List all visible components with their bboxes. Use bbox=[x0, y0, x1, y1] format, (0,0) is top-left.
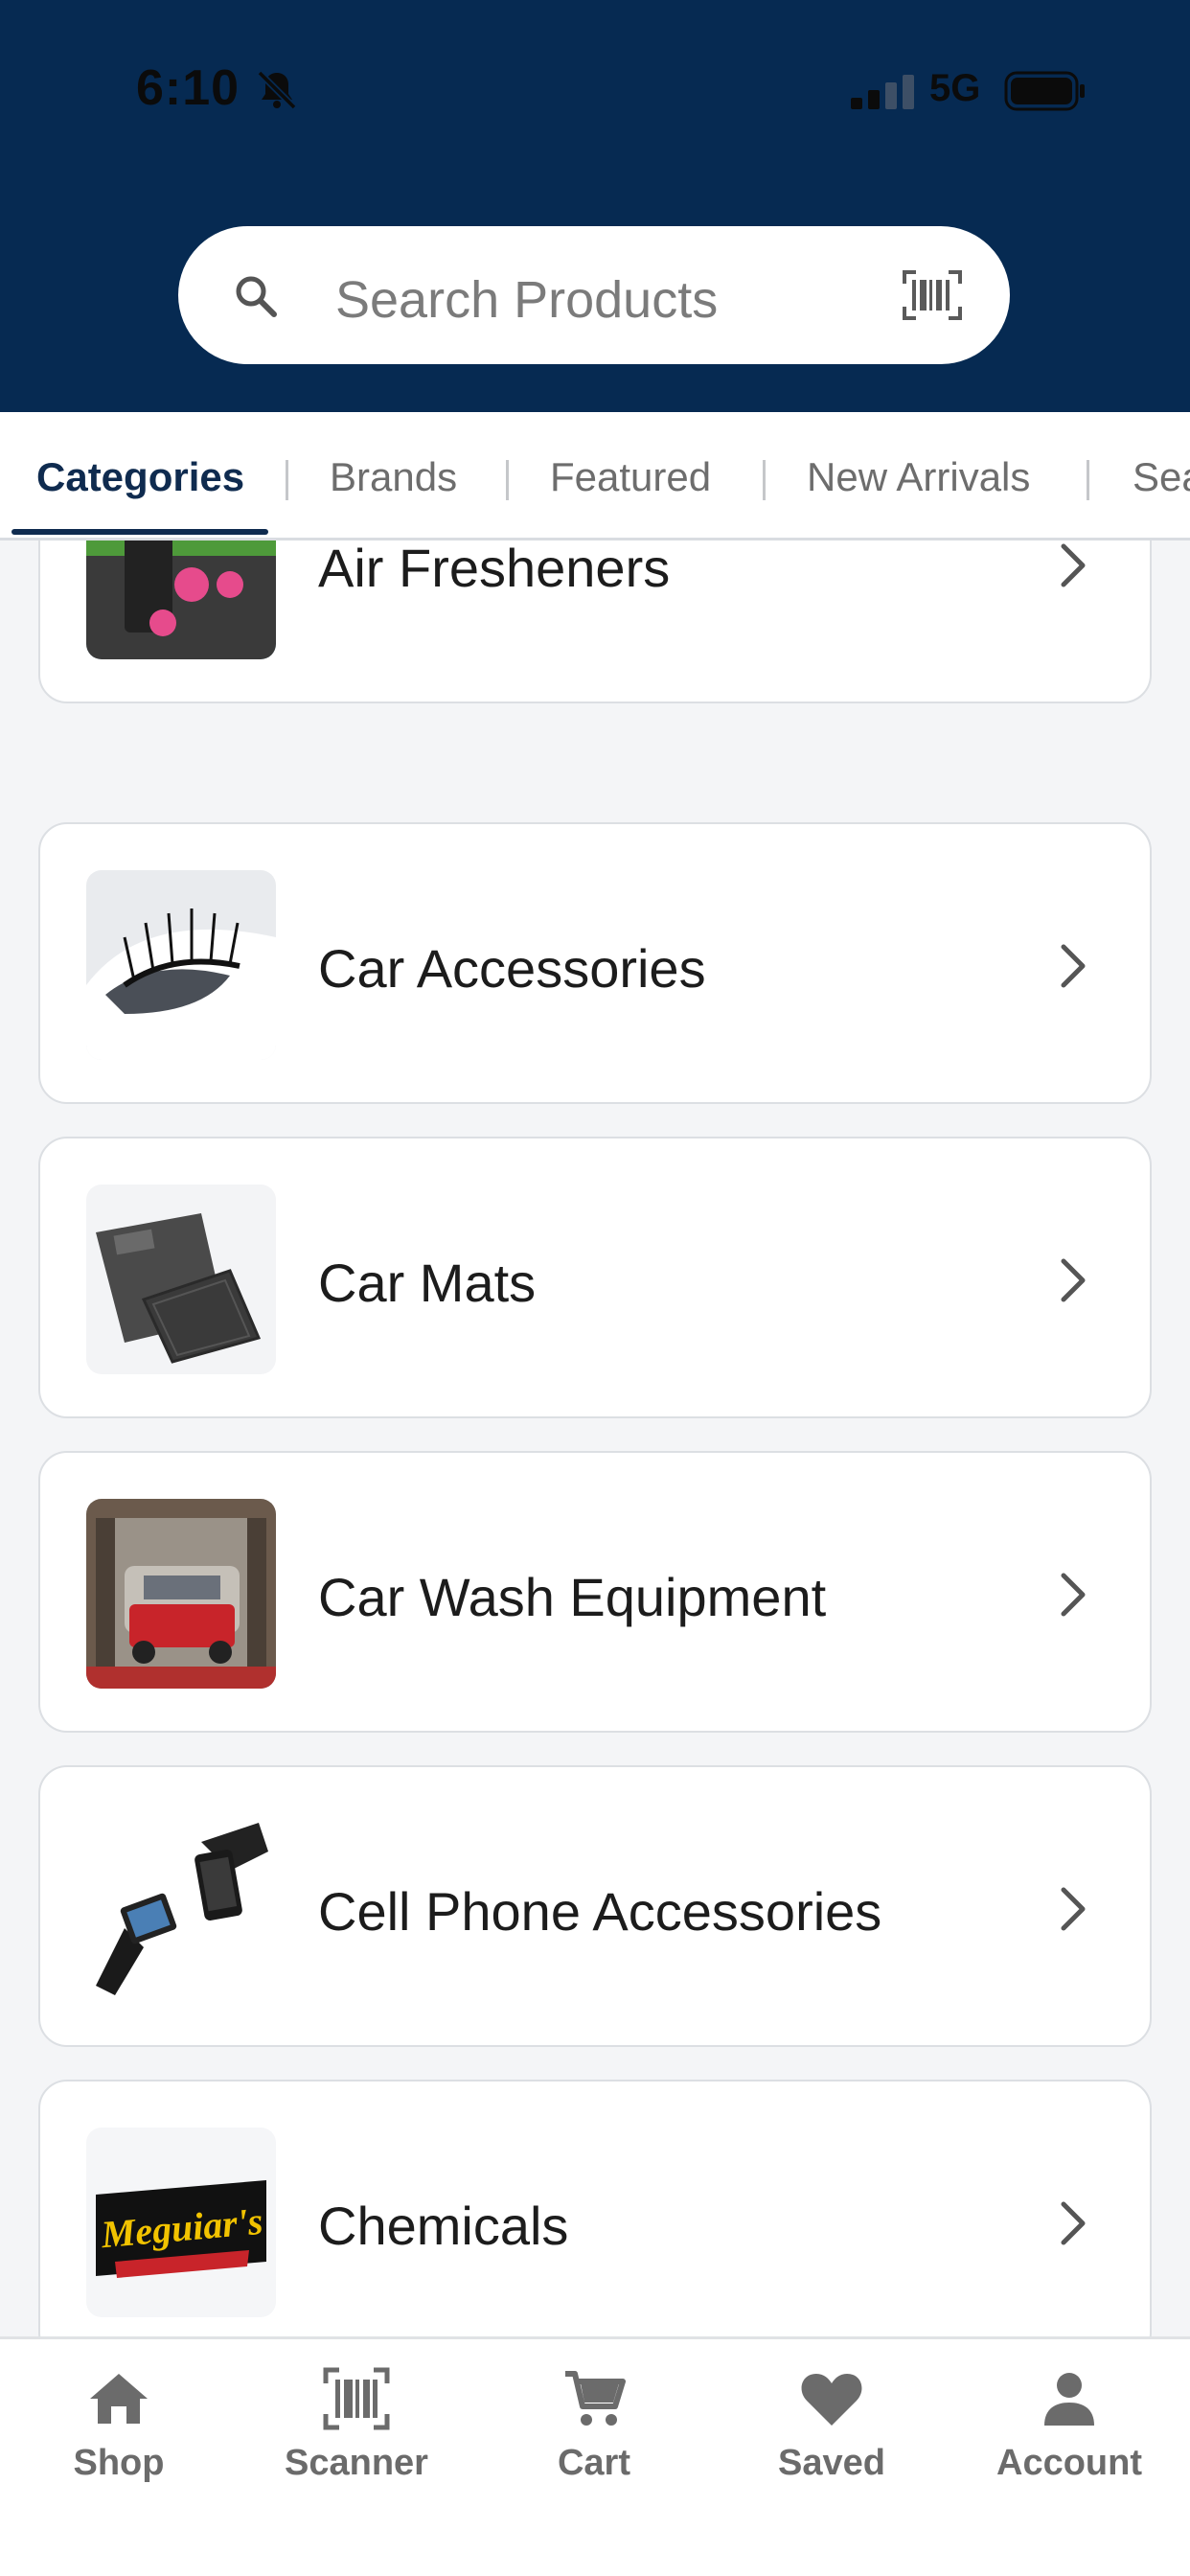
category-item-car-accessories[interactable]: Car Accessories bbox=[38, 822, 1152, 1104]
car-eyelashes-thumbnail bbox=[86, 870, 276, 1060]
category-label: Cell Phone Accessories bbox=[318, 1881, 882, 1942]
chevron-right-icon bbox=[1061, 1887, 1086, 1931]
person-icon bbox=[1044, 2373, 1094, 2426]
nav-label: Shop bbox=[73, 2443, 165, 2483]
active-tab-indicator bbox=[11, 529, 268, 535]
app-header: 6:10 5G Search Products bbox=[0, 0, 1190, 412]
category-label: Chemicals bbox=[318, 2196, 569, 2256]
tab-divider bbox=[763, 460, 766, 500]
search-input[interactable]: Search Products bbox=[335, 270, 718, 330]
nav-label: Saved bbox=[778, 2443, 885, 2483]
signal-icon bbox=[851, 75, 914, 109]
search-bar[interactable]: Search Products bbox=[178, 226, 1010, 364]
chevron-right-icon bbox=[1061, 944, 1086, 988]
car-mats-thumbnail bbox=[86, 1184, 276, 1374]
category-label: Car Wash Equipment bbox=[318, 1567, 827, 1627]
tab-divider bbox=[286, 460, 288, 500]
category-tabs: Categories Brands Featured New Arrivals … bbox=[0, 412, 1190, 540]
phone-mount-thumbnail bbox=[86, 1813, 276, 2003]
tab-featured[interactable]: Featured bbox=[550, 454, 711, 500]
status-time: 6:10 bbox=[136, 60, 240, 116]
category-item-car-mats[interactable]: Car Mats bbox=[38, 1137, 1152, 1418]
nav-label: Cart bbox=[557, 2443, 631, 2483]
nav-shop[interactable]: Shop bbox=[13, 2364, 224, 2508]
nav-account[interactable]: Account bbox=[964, 2364, 1175, 2508]
category-item-car-wash-equipment[interactable]: Car Wash Equipment bbox=[38, 1451, 1152, 1733]
air-freshener-thumbnail bbox=[86, 540, 276, 659]
nav-label: Account bbox=[996, 2443, 1142, 2483]
category-item-chemicals[interactable]: Meguiar's Chemicals bbox=[38, 2080, 1152, 2336]
network-label: 5G bbox=[929, 67, 981, 109]
category-label: Car Mats bbox=[318, 1253, 537, 1313]
chevron-right-icon bbox=[1061, 543, 1086, 587]
nav-scanner[interactable]: Scanner bbox=[251, 2364, 462, 2508]
category-label: Car Accessories bbox=[318, 938, 706, 999]
heart-icon bbox=[801, 2374, 862, 2426]
bell-off-icon bbox=[257, 70, 297, 110]
tab-divider bbox=[1087, 460, 1089, 500]
battery-icon bbox=[1004, 71, 1085, 111]
nav-label: Scanner bbox=[285, 2443, 428, 2483]
nav-saved[interactable]: Saved bbox=[726, 2364, 937, 2508]
chevron-right-icon bbox=[1061, 2201, 1086, 2245]
tab-search[interactable]: Sea bbox=[1133, 454, 1190, 500]
bottom-nav: Shop Scanner Cart Saved Account bbox=[0, 2336, 1190, 2576]
cart-icon bbox=[565, 2371, 626, 2426]
barcode-icon bbox=[323, 2367, 390, 2430]
tab-new-arrivals[interactable]: New Arrivals bbox=[807, 454, 1030, 500]
home-icon bbox=[90, 2374, 148, 2424]
tab-categories[interactable]: Categories bbox=[36, 454, 244, 500]
nav-cart[interactable]: Cart bbox=[489, 2364, 699, 2508]
barcode-scan-icon[interactable] bbox=[903, 270, 962, 320]
chevron-right-icon bbox=[1061, 1258, 1086, 1302]
meguiars-logo-thumbnail: Meguiar's bbox=[86, 2128, 276, 2317]
tab-brands[interactable]: Brands bbox=[330, 454, 457, 500]
category-label: Air Fresheners bbox=[318, 540, 671, 598]
category-list: Air Fresheners Car Accessories Car Mats … bbox=[0, 540, 1190, 2336]
category-item-air-fresheners[interactable]: Air Fresheners bbox=[38, 540, 1152, 703]
chevron-right-icon bbox=[1061, 1573, 1086, 1617]
search-icon bbox=[236, 276, 277, 317]
tab-divider bbox=[506, 460, 509, 500]
category-item-cell-phone-accessories[interactable]: Cell Phone Accessories bbox=[38, 1765, 1152, 2047]
car-wash-thumbnail bbox=[86, 1499, 276, 1689]
